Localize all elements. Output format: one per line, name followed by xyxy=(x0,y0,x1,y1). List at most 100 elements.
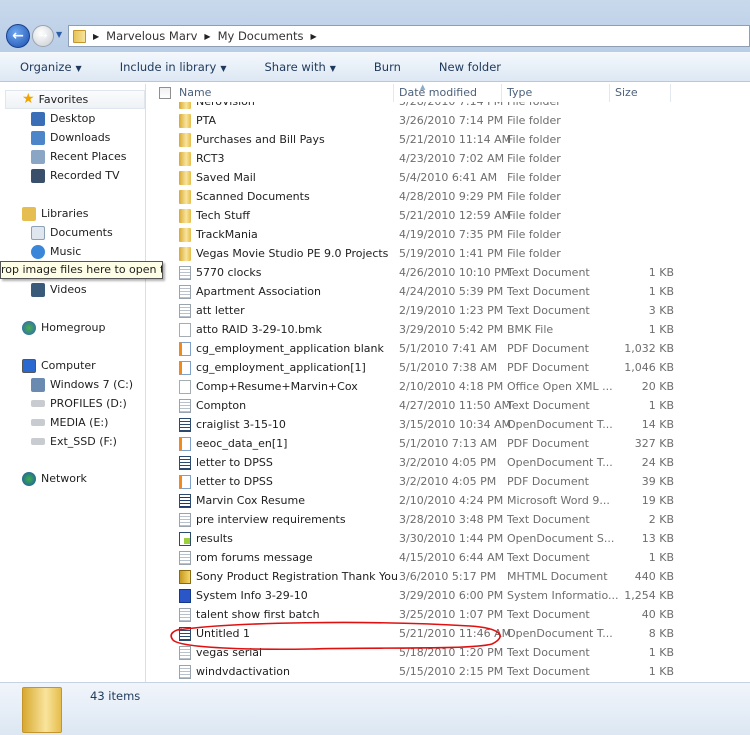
folder-icon xyxy=(179,133,191,147)
chevron-right-icon[interactable]: ▶ xyxy=(93,32,99,41)
file-row[interactable]: letter to DPSS 3/2/2010 4:05 PM PDF Docume… xyxy=(150,472,750,491)
file-row[interactable]: Purchases and Bill Pays 5/21/2010 11:14 A… xyxy=(150,130,750,149)
file-row[interactable]: results 3/30/2010 1:44 PM OpenDocument S..… xyxy=(150,529,750,548)
nav-network[interactable]: Network xyxy=(22,469,87,488)
file-date: 5/28/2010 7:14 PM xyxy=(399,102,503,111)
nav-recent-places[interactable]: Recent Places xyxy=(31,147,127,166)
nav-downloads[interactable]: Downloads xyxy=(31,128,110,147)
breadcrumb-my-documents[interactable]: My Documents xyxy=(218,29,304,43)
file-name: Untitled 1 xyxy=(196,627,251,640)
file-type: Text Document xyxy=(507,513,590,526)
file-type: File folder xyxy=(507,228,561,241)
file-date: 5/21/2010 11:14 AM xyxy=(399,133,512,146)
recent-pages-dropdown[interactable]: ▼ xyxy=(56,30,62,39)
nav-label: Computer xyxy=(41,359,96,372)
select-all-checkbox[interactable] xyxy=(159,87,171,99)
file-size: 327 KB xyxy=(634,437,674,450)
file-row[interactable]: windvdactivation 5/15/2010 2:15 PM Text Do… xyxy=(150,662,750,680)
folder-icon xyxy=(179,228,191,242)
nav-label: Recent Places xyxy=(50,150,127,163)
file-type: Text Document xyxy=(507,665,590,678)
odt-icon xyxy=(179,627,191,641)
file-type: PDF Document xyxy=(507,475,589,488)
share-with-button[interactable]: Share with ▼ xyxy=(265,60,336,74)
file-row[interactable]: Scanned Documents 4/28/2010 9:29 PM File f… xyxy=(150,187,750,206)
file-row[interactable]: pre interview requirements 3/28/2010 3:48… xyxy=(150,510,750,529)
file-row[interactable]: Sony Product Registration Thank You 3/6/2… xyxy=(150,567,750,586)
file-date: 5/15/2010 2:15 PM xyxy=(399,665,504,678)
file-row[interactable]: vegas serial 5/18/2010 1:20 PM Text Docume… xyxy=(150,643,750,662)
nav-desktop[interactable]: Desktop xyxy=(31,109,95,128)
address-bar[interactable]: ▶ Marvelous Marv ▶ My Documents ▶ xyxy=(68,25,750,47)
column-empty xyxy=(670,84,750,102)
file-row[interactable]: Marvin Cox Resume 2/10/2010 4:24 PM Micros… xyxy=(150,491,750,510)
nav-recorded-tv[interactable]: Recorded TV xyxy=(31,166,120,185)
file-row[interactable]: Apartment Association 4/24/2010 5:39 PM Te… xyxy=(150,282,750,301)
file-date: 5/1/2010 7:38 AM xyxy=(399,361,498,374)
file-row[interactable]: cg_employment_application[1] 5/1/2010 7:3… xyxy=(150,358,750,377)
organize-label: Organize xyxy=(20,59,72,74)
file-date: 5/1/2010 7:41 AM xyxy=(399,342,498,355)
nav-documents[interactable]: Documents xyxy=(31,223,113,242)
nav-computer[interactable]: Computer xyxy=(22,356,96,375)
nav-label: Network xyxy=(41,472,87,485)
file-type: Text Document xyxy=(507,304,590,317)
nav-videos[interactable]: Videos xyxy=(31,280,87,299)
file-row[interactable]: craiglist 3-15-10 3/15/2010 10:34 AM OpenD… xyxy=(150,415,750,434)
column-size[interactable]: Size xyxy=(609,84,670,102)
pdf-icon xyxy=(179,475,191,489)
file-row[interactable]: Saved Mail 5/4/2010 6:41 AM File folder xyxy=(150,168,750,187)
back-button[interactable]: ← xyxy=(6,24,30,48)
file-name: att letter xyxy=(196,304,245,317)
nav-libraries[interactable]: Libraries xyxy=(22,204,89,223)
forward-button[interactable]: → xyxy=(32,25,54,47)
include-in-library-button[interactable]: Include in library ▼ xyxy=(120,60,227,74)
nav-label: Documents xyxy=(50,226,113,239)
nav-drive-c[interactable]: Windows 7 (C:) xyxy=(31,375,133,394)
file-row[interactable]: Comp+Resume+Marvin+Cox 2/10/2010 4:18 PM O… xyxy=(150,377,750,396)
file-row[interactable]: Tech Stuff 5/21/2010 12:59 AM File folder xyxy=(150,206,750,225)
file-name: eeoc_data_en[1] xyxy=(196,437,288,450)
column-date-modified[interactable]: Date modified xyxy=(393,84,501,102)
chevron-right-icon[interactable]: ▶ xyxy=(311,32,317,41)
file-row[interactable]: cg_employment_application blank 5/1/2010 … xyxy=(150,339,750,358)
file-row[interactable]: eeoc_data_en[1] 5/1/2010 7:13 AM PDF Docum… xyxy=(150,434,750,453)
nav-favorites[interactable]: ★ Favorites xyxy=(22,90,88,109)
chevron-right-icon[interactable]: ▶ xyxy=(204,32,210,41)
column-type[interactable]: Type xyxy=(501,84,609,102)
burn-button[interactable]: Burn xyxy=(374,60,401,74)
file-row[interactable]: RCT3 4/23/2010 7:02 AM File folder xyxy=(150,149,750,168)
new-folder-button[interactable]: New folder xyxy=(439,60,501,74)
file-row[interactable]: System Info 3-29-10 3/29/2010 6:00 PM Syst… xyxy=(150,586,750,605)
nav-music[interactable]: Music xyxy=(31,242,81,261)
file-row[interactable]: 5770 clocks 4/26/2010 10:10 PM Text Docume… xyxy=(150,263,750,282)
organize-button[interactable]: Organize ▼ xyxy=(20,60,82,74)
file-size: 1 KB xyxy=(648,285,674,298)
file-row[interactable]: TrackMania 4/19/2010 7:35 PM File folder xyxy=(150,225,750,244)
pdf-icon xyxy=(179,342,191,356)
file-row[interactable]: att letter 2/19/2010 1:23 PM Text Document… xyxy=(150,301,750,320)
file-row[interactable]: rom forums message 4/15/2010 6:44 AM Text … xyxy=(150,548,750,567)
nav-drive-e[interactable]: MEDIA (E:) xyxy=(31,413,108,432)
nav-drive-f[interactable]: Ext_SSD (F:) xyxy=(31,432,117,451)
file-date: 5/21/2010 12:59 AM xyxy=(399,209,512,222)
file-row[interactable]: talent show first batch 3/25/2010 1:07 PM… xyxy=(150,605,750,624)
nav-homegroup[interactable]: Homegroup xyxy=(22,318,105,337)
file-row[interactable]: PTA 3/26/2010 7:14 PM File folder xyxy=(150,111,750,130)
breadcrumb-marvelous-marv[interactable]: Marvelous Marv xyxy=(106,29,197,43)
file-type: File folder xyxy=(507,247,561,260)
file-row[interactable]: Vegas Movie Studio PE 9.0 Projects 5/19/2… xyxy=(150,244,750,263)
file-type: File folder xyxy=(507,114,561,127)
file-name: results xyxy=(196,532,233,545)
file-row[interactable]: Untitled 1 5/21/2010 11:46 AM OpenDocument… xyxy=(150,624,750,643)
txt-icon xyxy=(179,266,191,280)
column-name[interactable]: Name xyxy=(174,84,394,102)
file-row[interactable]: atto RAID 3-29-10.bmk 3/29/2010 5:42 PM BM… xyxy=(150,320,750,339)
file-row[interactable]: Compton 4/27/2010 11:50 AM Text Document 1 … xyxy=(150,396,750,415)
file-type: OpenDocument T... xyxy=(507,456,613,469)
nav-drive-d[interactable]: PROFILES (D:) xyxy=(31,394,127,413)
file-name: windvdactivation xyxy=(196,665,290,678)
file-row[interactable]: NeroVision 5/28/2010 7:14 PM File folder xyxy=(150,102,750,111)
txt-icon xyxy=(179,646,191,660)
file-row[interactable]: letter to DPSS 3/2/2010 4:05 PM OpenDocume… xyxy=(150,453,750,472)
